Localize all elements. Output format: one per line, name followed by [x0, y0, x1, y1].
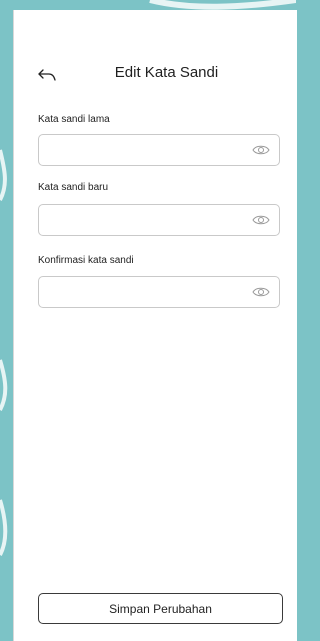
- old-password-label: Kata sandi lama: [38, 114, 110, 125]
- new-password-field[interactable]: [38, 204, 280, 236]
- old-password-input[interactable]: [49, 141, 253, 161]
- confirm-password-label: Konfirmasi kata sandi: [38, 255, 134, 266]
- eye-icon[interactable]: [252, 143, 270, 157]
- confirm-password-field[interactable]: [38, 276, 280, 308]
- page-title: Edit Kata Sandi: [114, 64, 219, 81]
- edit-password-screen: Edit Kata Sandi Kata sandi lama Kata san…: [13, 10, 297, 641]
- header: Edit Kata Sandi: [14, 62, 297, 92]
- new-password-label: Kata sandi baru: [38, 182, 109, 193]
- eye-icon[interactable]: [252, 285, 270, 299]
- save-changes-button[interactable]: Simpan Perubahan: [38, 593, 283, 624]
- eye-icon[interactable]: [252, 213, 270, 227]
- new-password-input[interactable]: [49, 211, 253, 231]
- confirm-password-input[interactable]: [49, 283, 253, 303]
- old-password-field[interactable]: [38, 134, 280, 166]
